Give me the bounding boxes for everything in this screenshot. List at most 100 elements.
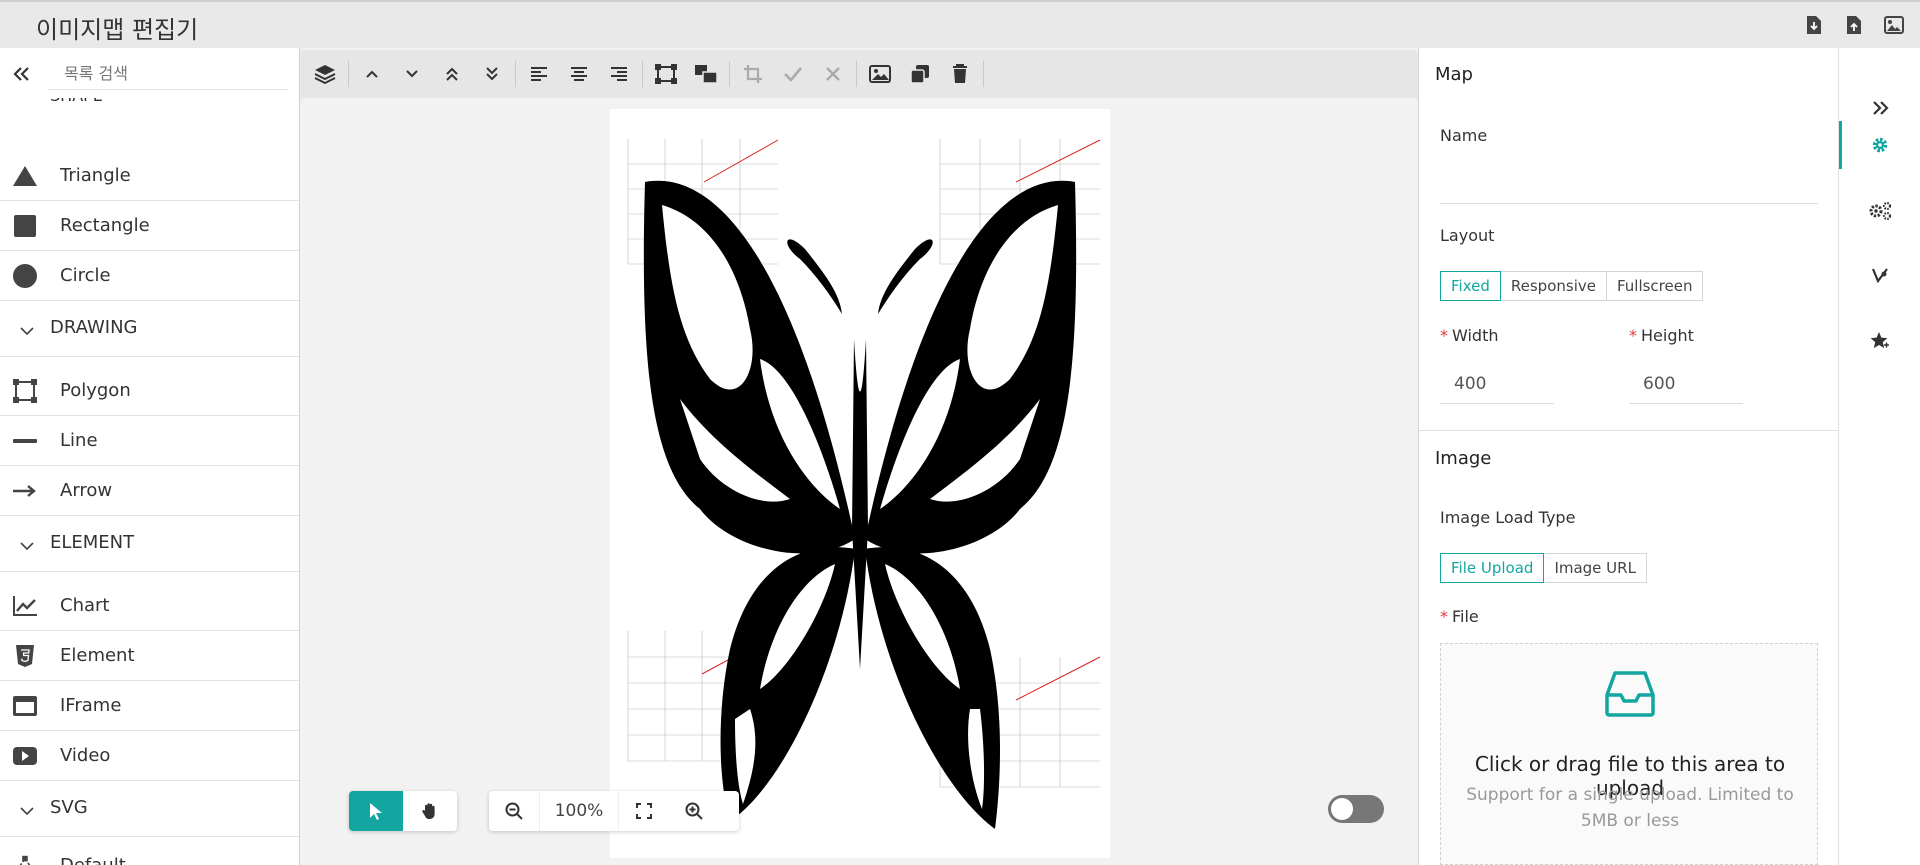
- toggle-knob: [1331, 798, 1353, 820]
- image-icon[interactable]: [1884, 14, 1904, 36]
- list-item-chart[interactable]: Chart: [0, 581, 299, 631]
- list-item-arrow[interactable]: Arrow: [0, 466, 299, 516]
- required-mark: *: [1440, 607, 1448, 626]
- search-input[interactable]: [48, 58, 288, 90]
- fit-screen-button[interactable]: [619, 791, 669, 831]
- chevron-down-icon: [20, 536, 34, 555]
- zoom-in-button[interactable]: [669, 791, 719, 831]
- download-icon[interactable]: [1804, 14, 1824, 36]
- send-backward-icon[interactable]: [392, 54, 432, 94]
- upload-icon[interactable]: [1844, 14, 1864, 36]
- send-to-back-icon[interactable]: [472, 54, 512, 94]
- align-center-icon[interactable]: [559, 54, 599, 94]
- image-preview-icon[interactable]: [860, 54, 900, 94]
- item-label: Polygon: [60, 380, 131, 401]
- circle-icon: [12, 264, 38, 288]
- fullscreen-icon: [636, 803, 652, 819]
- upload-dropzone[interactable]: Click or drag file to this area to uploa…: [1440, 643, 1818, 865]
- align-left-icon[interactable]: [519, 54, 559, 94]
- bring-forward-icon[interactable]: [352, 54, 392, 94]
- layout-fixed-option[interactable]: Fixed: [1440, 271, 1501, 301]
- item-label: Line: [60, 430, 98, 451]
- delete-icon[interactable]: [940, 54, 980, 94]
- file-upload-option[interactable]: File Upload: [1440, 553, 1545, 583]
- butterfly: [643, 180, 1077, 829]
- group-icon[interactable]: [646, 54, 686, 94]
- crop-cancel-icon[interactable]: [813, 54, 853, 94]
- width-label-row: * Width: [1440, 326, 1498, 345]
- polygon-icon: [12, 379, 38, 403]
- advanced-settings-gears-icon[interactable]: [1839, 184, 1920, 238]
- map-section-title: Map: [1435, 64, 1473, 85]
- layout-responsive-option[interactable]: Responsive: [1499, 271, 1607, 301]
- list-item-rectangle[interactable]: Rectangle: [0, 201, 299, 251]
- ungroup-icon[interactable]: [686, 54, 726, 94]
- left-panel-header: [0, 48, 299, 98]
- toolbar-divider: [515, 61, 516, 87]
- required-mark: *: [1440, 326, 1448, 345]
- image-url-option[interactable]: Image URL: [1543, 553, 1647, 583]
- settings-tab-gear-icon[interactable]: [1839, 118, 1920, 172]
- section-element[interactable]: ELEMENT: [0, 516, 299, 572]
- list-item-line[interactable]: Line: [0, 416, 299, 466]
- width-field[interactable]: 400: [1440, 364, 1554, 404]
- collapse-left-icon[interactable]: [12, 64, 32, 84]
- list-item-element[interactable]: Element: [0, 631, 299, 681]
- hand-icon: [422, 803, 435, 819]
- toolbar-divider: [348, 61, 349, 87]
- duplicate-icon[interactable]: [900, 54, 940, 94]
- list-item-polygon[interactable]: Polygon: [0, 366, 299, 416]
- align-right-icon[interactable]: [599, 54, 639, 94]
- file-label-row: * File: [1440, 607, 1479, 626]
- height-label: Height: [1641, 326, 1694, 345]
- zoom-controls: 100%: [489, 791, 739, 831]
- properties-panel: Map Name Layout Fixed Responsive Fullscr…: [1418, 48, 1839, 865]
- select-mode-button[interactable]: [349, 791, 403, 831]
- zoom-out-icon: [505, 802, 523, 820]
- item-label: Video: [60, 745, 111, 766]
- name-label: Name: [1440, 126, 1488, 145]
- inbox-icon: [1605, 671, 1655, 717]
- section-svg[interactable]: SVG: [0, 781, 299, 837]
- list-item-default[interactable]: Default: [0, 841, 299, 865]
- toolbar-divider: [642, 61, 643, 87]
- html5-icon: [12, 644, 38, 668]
- map-artboard[interactable]: [610, 109, 1110, 858]
- image-section-title: Image: [1435, 448, 1492, 469]
- crop-icon[interactable]: [733, 54, 773, 94]
- arrow-icon: [12, 479, 38, 503]
- line-icon: [12, 429, 38, 453]
- item-label: Chart: [60, 595, 110, 616]
- file-label: File: [1452, 607, 1479, 626]
- list-item-iframe[interactable]: IFrame: [0, 681, 299, 731]
- left-panel: SHAPE Triangle Rectangle Circle DRAWING …: [0, 48, 300, 865]
- item-label: Element: [60, 645, 135, 666]
- layout-fullscreen-option[interactable]: Fullscreen: [1605, 271, 1704, 301]
- styles-tab-star-icon[interactable]: [1839, 314, 1920, 368]
- bring-to-front-icon[interactable]: [432, 54, 472, 94]
- section-drawing[interactable]: DRAWING: [0, 301, 299, 357]
- zoom-out-button[interactable]: [489, 791, 539, 831]
- height-label-row: * Height: [1629, 326, 1694, 345]
- animation-tab-icon[interactable]: [1839, 248, 1920, 302]
- list-item-circle[interactable]: Circle: [0, 251, 299, 301]
- top-bar: 이미지맵 편집기: [0, 0, 1920, 48]
- layers-icon[interactable]: [305, 54, 345, 94]
- crop-confirm-icon[interactable]: [773, 54, 813, 94]
- list-item-triangle[interactable]: Triangle: [0, 151, 299, 201]
- section-label: SVG: [50, 797, 88, 818]
- item-label: IFrame: [60, 695, 122, 716]
- layout-selector: Fixed Responsive Fullscreen: [1440, 271, 1704, 301]
- panel-tab-strip: [1838, 48, 1920, 865]
- section-label: DRAWING: [50, 317, 138, 338]
- item-label: Rectangle: [60, 215, 150, 236]
- height-field[interactable]: 600: [1629, 364, 1743, 404]
- canvas-area[interactable]: 100%: [302, 98, 1416, 865]
- item-label: Arrow: [60, 480, 113, 501]
- pan-mode-button[interactable]: [403, 791, 457, 831]
- grid-toggle[interactable]: [1328, 795, 1384, 823]
- iframe-icon: [12, 694, 38, 718]
- list-item-video[interactable]: Video: [0, 731, 299, 781]
- interaction-mode-group: [349, 791, 457, 831]
- name-field[interactable]: [1440, 164, 1818, 204]
